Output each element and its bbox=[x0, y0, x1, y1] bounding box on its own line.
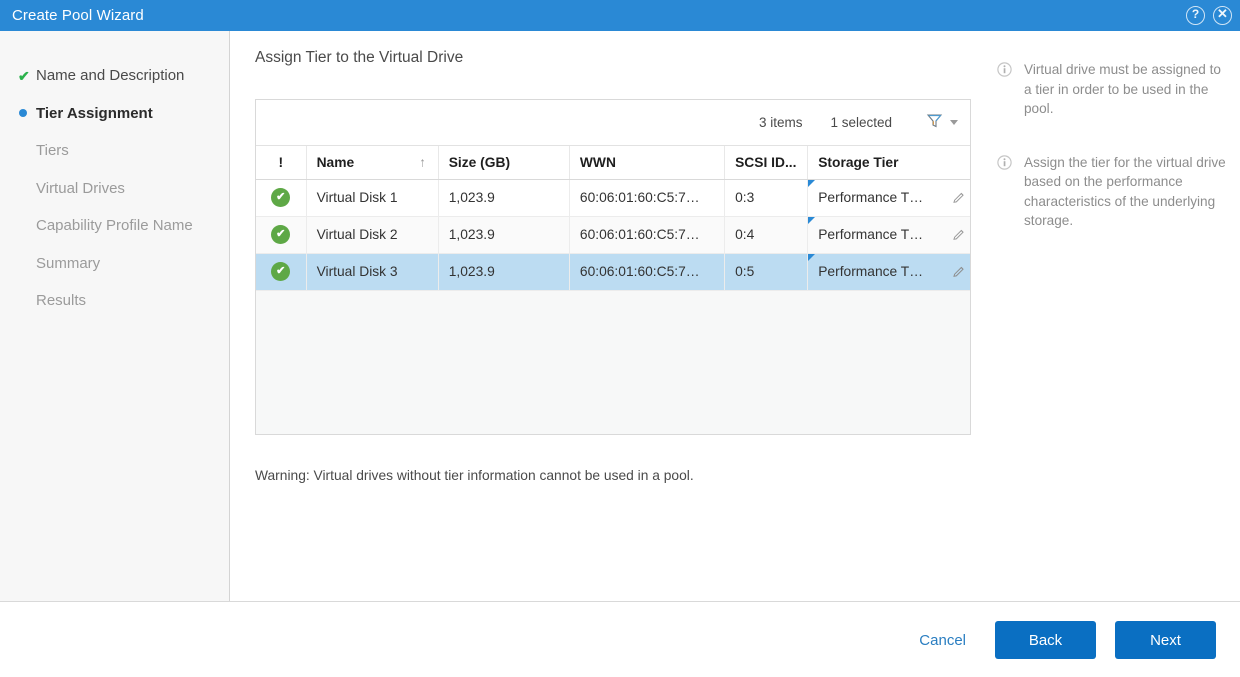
column-header-flag[interactable]: ! bbox=[256, 146, 307, 180]
sidebar-item-label: Virtual Drives bbox=[36, 179, 125, 197]
row-size-cell: 1,023.9 bbox=[438, 216, 570, 254]
footer-actions: Cancel Back Next bbox=[909, 602, 1216, 677]
row-wwn-cell: 60:06:01:60:C5:7… bbox=[569, 216, 726, 254]
sidebar-item-label: Tier Assignment bbox=[36, 104, 153, 122]
editable-cell-flag-icon bbox=[808, 179, 816, 187]
sidebar-item-label: Results bbox=[36, 292, 87, 310]
row-status-cell: ✔ bbox=[256, 179, 307, 217]
filter-funnel-icon bbox=[926, 112, 943, 134]
column-header-wwn[interactable]: WWN bbox=[569, 146, 726, 180]
virtual-drives-table: ! Name ↑ Size (GB) WWN SCSI ID... Storag… bbox=[256, 146, 970, 291]
column-header-storage-tier[interactable]: Storage Tier bbox=[807, 146, 970, 180]
close-glyph: ✕ bbox=[1217, 6, 1228, 21]
row-status-cell: ✔ bbox=[256, 216, 307, 254]
column-header-name[interactable]: Name ↑ bbox=[306, 146, 439, 180]
row-size-cell: 1,023.9 bbox=[438, 253, 570, 291]
filter-button[interactable] bbox=[920, 110, 960, 136]
create-pool-wizard-window: Create Pool Wizard ? ✕ ✔ Name and Descri… bbox=[0, 0, 1240, 677]
row-name-cell: Virtual Disk 2 bbox=[306, 216, 439, 254]
edit-pencil-icon[interactable] bbox=[952, 228, 966, 242]
row-wwn-cell: 60:06:01:60:C5:7… bbox=[569, 179, 726, 217]
row-name-cell: Virtual Disk 3 bbox=[306, 253, 439, 291]
sidebar-item-capability-profile-name[interactable]: Capability Profile Name bbox=[0, 207, 229, 245]
table-header-row: ! Name ↑ Size (GB) WWN SCSI ID... Storag… bbox=[256, 146, 970, 180]
row-size-cell: 1,023.9 bbox=[438, 179, 570, 217]
row-name-cell: Virtual Disk 1 bbox=[306, 179, 439, 217]
info-item: Virtual drive must be assigned to a tier… bbox=[995, 60, 1230, 119]
sidebar-item-results[interactable]: Results bbox=[0, 282, 229, 320]
title-bar: Create Pool Wizard ? ✕ bbox=[0, 0, 1240, 31]
row-storage-tier-cell[interactable]: Performance T… bbox=[807, 216, 970, 254]
selected-count-label: 1 selected bbox=[830, 115, 892, 130]
sidebar-item-label: Summary bbox=[36, 254, 101, 272]
info-item: Assign the tier for the virtual drive ba… bbox=[995, 153, 1230, 231]
table-row[interactable]: ✔ Virtual Disk 1 1,023.9 60:06:01:60:C5:… bbox=[256, 179, 970, 217]
row-storage-tier-cell[interactable]: Performance T… bbox=[807, 253, 970, 291]
row-scsi-id-cell: 0:4 bbox=[724, 216, 809, 254]
row-storage-tier-cell[interactable]: Performance T… bbox=[807, 179, 970, 217]
wizard-steps-sidebar: ✔ Name and Description Tier Assignment T… bbox=[0, 31, 230, 601]
help-icon[interactable]: ? bbox=[1186, 6, 1205, 25]
sidebar-item-summary[interactable]: Summary bbox=[0, 245, 229, 283]
info-text: Assign the tier for the virtual drive ba… bbox=[1024, 154, 1226, 229]
check-icon: ✔ bbox=[18, 67, 30, 84]
sort-ascending-icon: ↑ bbox=[419, 154, 426, 170]
sidebar-item-label: Capability Profile Name bbox=[36, 217, 193, 235]
next-button[interactable]: Next bbox=[1115, 621, 1216, 659]
back-button[interactable]: Back bbox=[995, 621, 1096, 659]
row-storage-tier-label: Performance T… bbox=[818, 264, 924, 279]
item-count-label: 3 items bbox=[758, 115, 803, 130]
status-ok-icon: ✔ bbox=[271, 262, 291, 281]
table-toolbar: 3 items 1 selected bbox=[256, 100, 970, 146]
edit-pencil-icon[interactable] bbox=[952, 265, 966, 279]
chevron-down-icon bbox=[950, 120, 958, 125]
window-title: Create Pool Wizard bbox=[12, 7, 144, 24]
sidebar-item-name-and-description[interactable]: ✔ Name and Description bbox=[0, 57, 229, 95]
sidebar-item-label: Name and Description bbox=[36, 67, 185, 85]
title-bar-actions: ? ✕ bbox=[1186, 0, 1232, 31]
virtual-drives-table-panel: 3 items 1 selected ! Name ↑ Size (GB) WW… bbox=[255, 99, 971, 435]
info-icon bbox=[997, 154, 1015, 170]
row-status-cell: ✔ bbox=[256, 253, 307, 291]
help-glyph: ? bbox=[1191, 6, 1200, 21]
sidebar-item-tier-assignment[interactable]: Tier Assignment bbox=[0, 95, 229, 133]
row-storage-tier-label: Performance T… bbox=[818, 190, 924, 205]
close-icon[interactable]: ✕ bbox=[1213, 6, 1232, 25]
column-header-scsi-id[interactable]: SCSI ID... bbox=[724, 146, 809, 180]
row-storage-tier-label: Performance T… bbox=[818, 227, 924, 242]
sidebar-item-virtual-drives[interactable]: Virtual Drives bbox=[0, 170, 229, 208]
column-header-size[interactable]: Size (GB) bbox=[438, 146, 570, 180]
row-wwn-cell: 60:06:01:60:C5:7… bbox=[569, 253, 726, 291]
info-panel: Virtual drive must be assigned to a tier… bbox=[995, 31, 1240, 601]
edit-pencil-icon[interactable] bbox=[952, 191, 966, 205]
status-ok-icon: ✔ bbox=[271, 225, 291, 244]
editable-cell-flag-icon bbox=[808, 216, 816, 224]
row-scsi-id-cell: 0:5 bbox=[724, 253, 809, 291]
cancel-button[interactable]: Cancel bbox=[909, 626, 976, 655]
wizard-footer: Cancel Back Next bbox=[0, 601, 1240, 677]
row-scsi-id-cell: 0:3 bbox=[724, 179, 809, 217]
table-row[interactable]: ✔ Virtual Disk 2 1,023.9 60:06:01:60:C5:… bbox=[256, 216, 970, 254]
status-ok-icon: ✔ bbox=[271, 188, 291, 207]
table-row[interactable]: ✔ Virtual Disk 3 1,023.9 60:06:01:60:C5:… bbox=[256, 253, 970, 291]
active-dot-icon bbox=[18, 109, 36, 118]
info-icon bbox=[997, 62, 1015, 77]
warning-message: Warning: Virtual drives without tier inf… bbox=[255, 468, 694, 483]
info-text: Virtual drive must be assigned to a tier… bbox=[1024, 62, 1221, 116]
page-title: Assign Tier to the Virtual Drive bbox=[255, 49, 464, 66]
editable-cell-flag-icon bbox=[808, 253, 816, 261]
sidebar-item-tiers[interactable]: Tiers bbox=[0, 132, 229, 170]
sidebar-item-label: Tiers bbox=[36, 142, 69, 160]
column-header-name-label: Name bbox=[316, 154, 355, 170]
